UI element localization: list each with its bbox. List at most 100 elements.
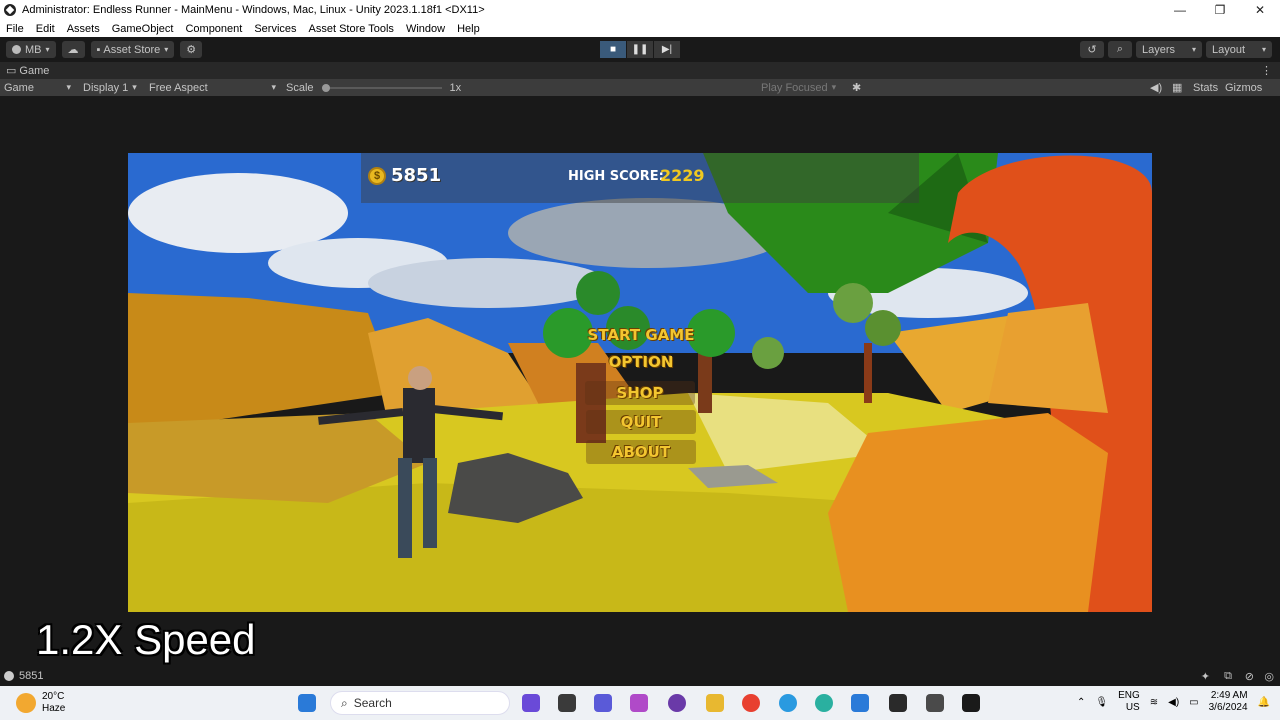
layout-dropdown[interactable]: Layout ▾ bbox=[1206, 41, 1272, 58]
keyboard-icon[interactable]: ▦ bbox=[1172, 81, 1182, 94]
menu-edit[interactable]: Edit bbox=[30, 23, 61, 35]
unity-editor-icon[interactable] bbox=[962, 694, 980, 712]
display-dropdown[interactable]: Display 1 bbox=[79, 82, 145, 94]
windows-start-icon[interactable] bbox=[298, 694, 316, 712]
info-icon bbox=[4, 671, 14, 681]
asset-store-label: Asset Store bbox=[103, 43, 161, 56]
layout-label: Layout bbox=[1212, 43, 1246, 56]
check-icon[interactable]: ◎ bbox=[1264, 670, 1274, 683]
weather-widget[interactable]: 20°C Haze bbox=[16, 691, 65, 715]
telegram-icon[interactable] bbox=[779, 694, 797, 712]
vscode-icon[interactable] bbox=[851, 694, 869, 712]
clock[interactable]: 2:49 AM 3/6/2024 bbox=[1209, 690, 1248, 714]
playback-speed-overlay: 1.2X Speed bbox=[36, 616, 256, 663]
play-focused-dropdown[interactable]: Play Focused bbox=[757, 82, 840, 94]
about-button[interactable]: ABOUT bbox=[586, 440, 696, 464]
start-game-button[interactable]: START GAME bbox=[586, 323, 696, 347]
tab-game[interactable]: Game bbox=[19, 65, 49, 77]
menu-component[interactable]: Component bbox=[179, 23, 248, 35]
account-icon bbox=[12, 45, 21, 54]
weather-temperature: 20°C bbox=[42, 691, 65, 702]
layers-dropdown[interactable]: Layers ▾ bbox=[1136, 41, 1202, 58]
quit-button[interactable]: QUIT bbox=[586, 410, 696, 434]
high-score-label: HIGH SCORE: bbox=[568, 169, 664, 184]
github-icon[interactable] bbox=[668, 694, 686, 712]
edge-icon[interactable] bbox=[815, 694, 833, 712]
menu-window[interactable]: Window bbox=[400, 23, 451, 35]
chrome-icon[interactable] bbox=[742, 694, 760, 712]
more-options-icon[interactable]: ⋮ bbox=[1261, 64, 1272, 77]
package-button[interactable]: ⚙ bbox=[180, 41, 203, 58]
close-button[interactable]: ✕ bbox=[1240, 0, 1280, 20]
cloud-button[interactable]: ☁ bbox=[61, 41, 85, 58]
console-statusbar: 5851 ✦ ⧉ ⊘ ◎ bbox=[0, 666, 1280, 686]
debug-icon[interactable]: ⊘ bbox=[1245, 670, 1254, 683]
scale-slider[interactable] bbox=[321, 83, 442, 92]
copilot-icon[interactable] bbox=[522, 694, 540, 712]
microphone-icon[interactable]: 🎙 bbox=[1095, 697, 1108, 708]
search-icon: ⌕ bbox=[1116, 43, 1124, 55]
game-mode-dropdown[interactable]: Game bbox=[0, 82, 75, 94]
account-dropdown[interactable]: MB ▾ bbox=[6, 41, 56, 58]
coin-count: 5851 bbox=[391, 165, 442, 186]
gizmos-button[interactable]: Gizmos bbox=[1225, 82, 1262, 94]
asset-store-dropdown[interactable]: ▪ Asset Store ▾ bbox=[90, 41, 175, 58]
notification-bell-icon[interactable]: 🔔 bbox=[1258, 697, 1270, 708]
language-indicator[interactable]: ENG US bbox=[1118, 690, 1140, 714]
search-placeholder: Search bbox=[353, 696, 392, 710]
wifi-icon[interactable]: ≋ bbox=[1150, 697, 1158, 708]
chevron-down-icon: ▾ bbox=[45, 45, 50, 54]
gamepad-icon: ▭ bbox=[6, 65, 17, 77]
chat-icon[interactable] bbox=[594, 694, 612, 712]
scale-value: 1x bbox=[449, 81, 462, 94]
aspect-dropdown[interactable]: Free Aspect bbox=[145, 82, 280, 94]
window-titlebar: Administrator: Endless Runner - MainMenu… bbox=[0, 0, 1280, 20]
language-label: ENG bbox=[1118, 690, 1140, 701]
shop-button[interactable]: SHOP bbox=[585, 381, 695, 405]
region-label: US bbox=[1125, 702, 1140, 713]
taskbar-search[interactable]: ⌕ Search bbox=[330, 691, 510, 715]
scale-label: Scale bbox=[286, 81, 314, 94]
battery-icon[interactable]: ▭ bbox=[1189, 697, 1198, 708]
game-mode-label: Game bbox=[4, 81, 34, 94]
history-icon: ↺ bbox=[1087, 44, 1097, 56]
search-button[interactable]: ⌕ bbox=[1108, 41, 1132, 58]
game-render[interactable]: $ 5851 HIGH SCORE: 2229 START GAME OPTIO… bbox=[128, 153, 1152, 612]
history-button[interactable]: ↺ bbox=[1080, 41, 1104, 58]
terminal-icon[interactable] bbox=[889, 694, 907, 712]
menu-help[interactable]: Help bbox=[451, 23, 486, 35]
windows-taskbar: 20°C Haze ⌕ Search ⌃ 🎙 ENG US ≋ ◀) ▭ 2:4… bbox=[0, 686, 1280, 720]
search-icon: ⌕ bbox=[341, 695, 348, 710]
task-view-icon[interactable] bbox=[558, 694, 576, 712]
option-button[interactable]: OPTION bbox=[586, 350, 696, 374]
restore-button[interactable]: ❐ bbox=[1200, 0, 1240, 20]
audio-icon[interactable]: ◀) bbox=[1150, 81, 1162, 94]
weather-sun-icon bbox=[16, 693, 36, 713]
bug-icon[interactable]: ✱ bbox=[852, 81, 861, 94]
coin-icon: $ bbox=[368, 167, 386, 185]
menu-asset-store-tools[interactable]: Asset Store Tools bbox=[303, 23, 400, 35]
unity-hub-icon[interactable] bbox=[926, 694, 944, 712]
chevron-down-icon: ▾ bbox=[1261, 45, 1266, 54]
menu-assets[interactable]: Assets bbox=[61, 23, 106, 35]
weather-condition: Haze bbox=[42, 703, 66, 714]
minimize-button[interactable]: — bbox=[1160, 0, 1200, 20]
lighting-icon[interactable]: ✦ bbox=[1201, 670, 1210, 683]
pause-button[interactable]: ❚❚ bbox=[627, 41, 653, 58]
step-button[interactable]: ▶| bbox=[654, 41, 680, 58]
menu-services[interactable]: Services bbox=[248, 23, 302, 35]
stop-button[interactable]: ■ bbox=[600, 41, 626, 58]
menu-gameobject[interactable]: GameObject bbox=[106, 23, 180, 35]
chevron-down-icon: ▾ bbox=[1191, 45, 1196, 54]
snipping-tool-icon[interactable] bbox=[630, 694, 648, 712]
volume-icon[interactable]: ◀) bbox=[1168, 697, 1179, 708]
file-explorer-icon[interactable] bbox=[706, 694, 724, 712]
stats-button[interactable]: Stats bbox=[1193, 82, 1218, 94]
layers-label: Layers bbox=[1142, 43, 1176, 56]
network-icon[interactable]: ⧉ bbox=[1224, 670, 1232, 683]
play-controls: ■ ❚❚ ▶| bbox=[600, 41, 680, 58]
account-label: MB bbox=[25, 43, 42, 56]
console-message[interactable]: 5851 bbox=[19, 670, 43, 682]
chevron-up-icon[interactable]: ⌃ bbox=[1077, 697, 1085, 708]
menu-file[interactable]: File bbox=[0, 23, 30, 35]
